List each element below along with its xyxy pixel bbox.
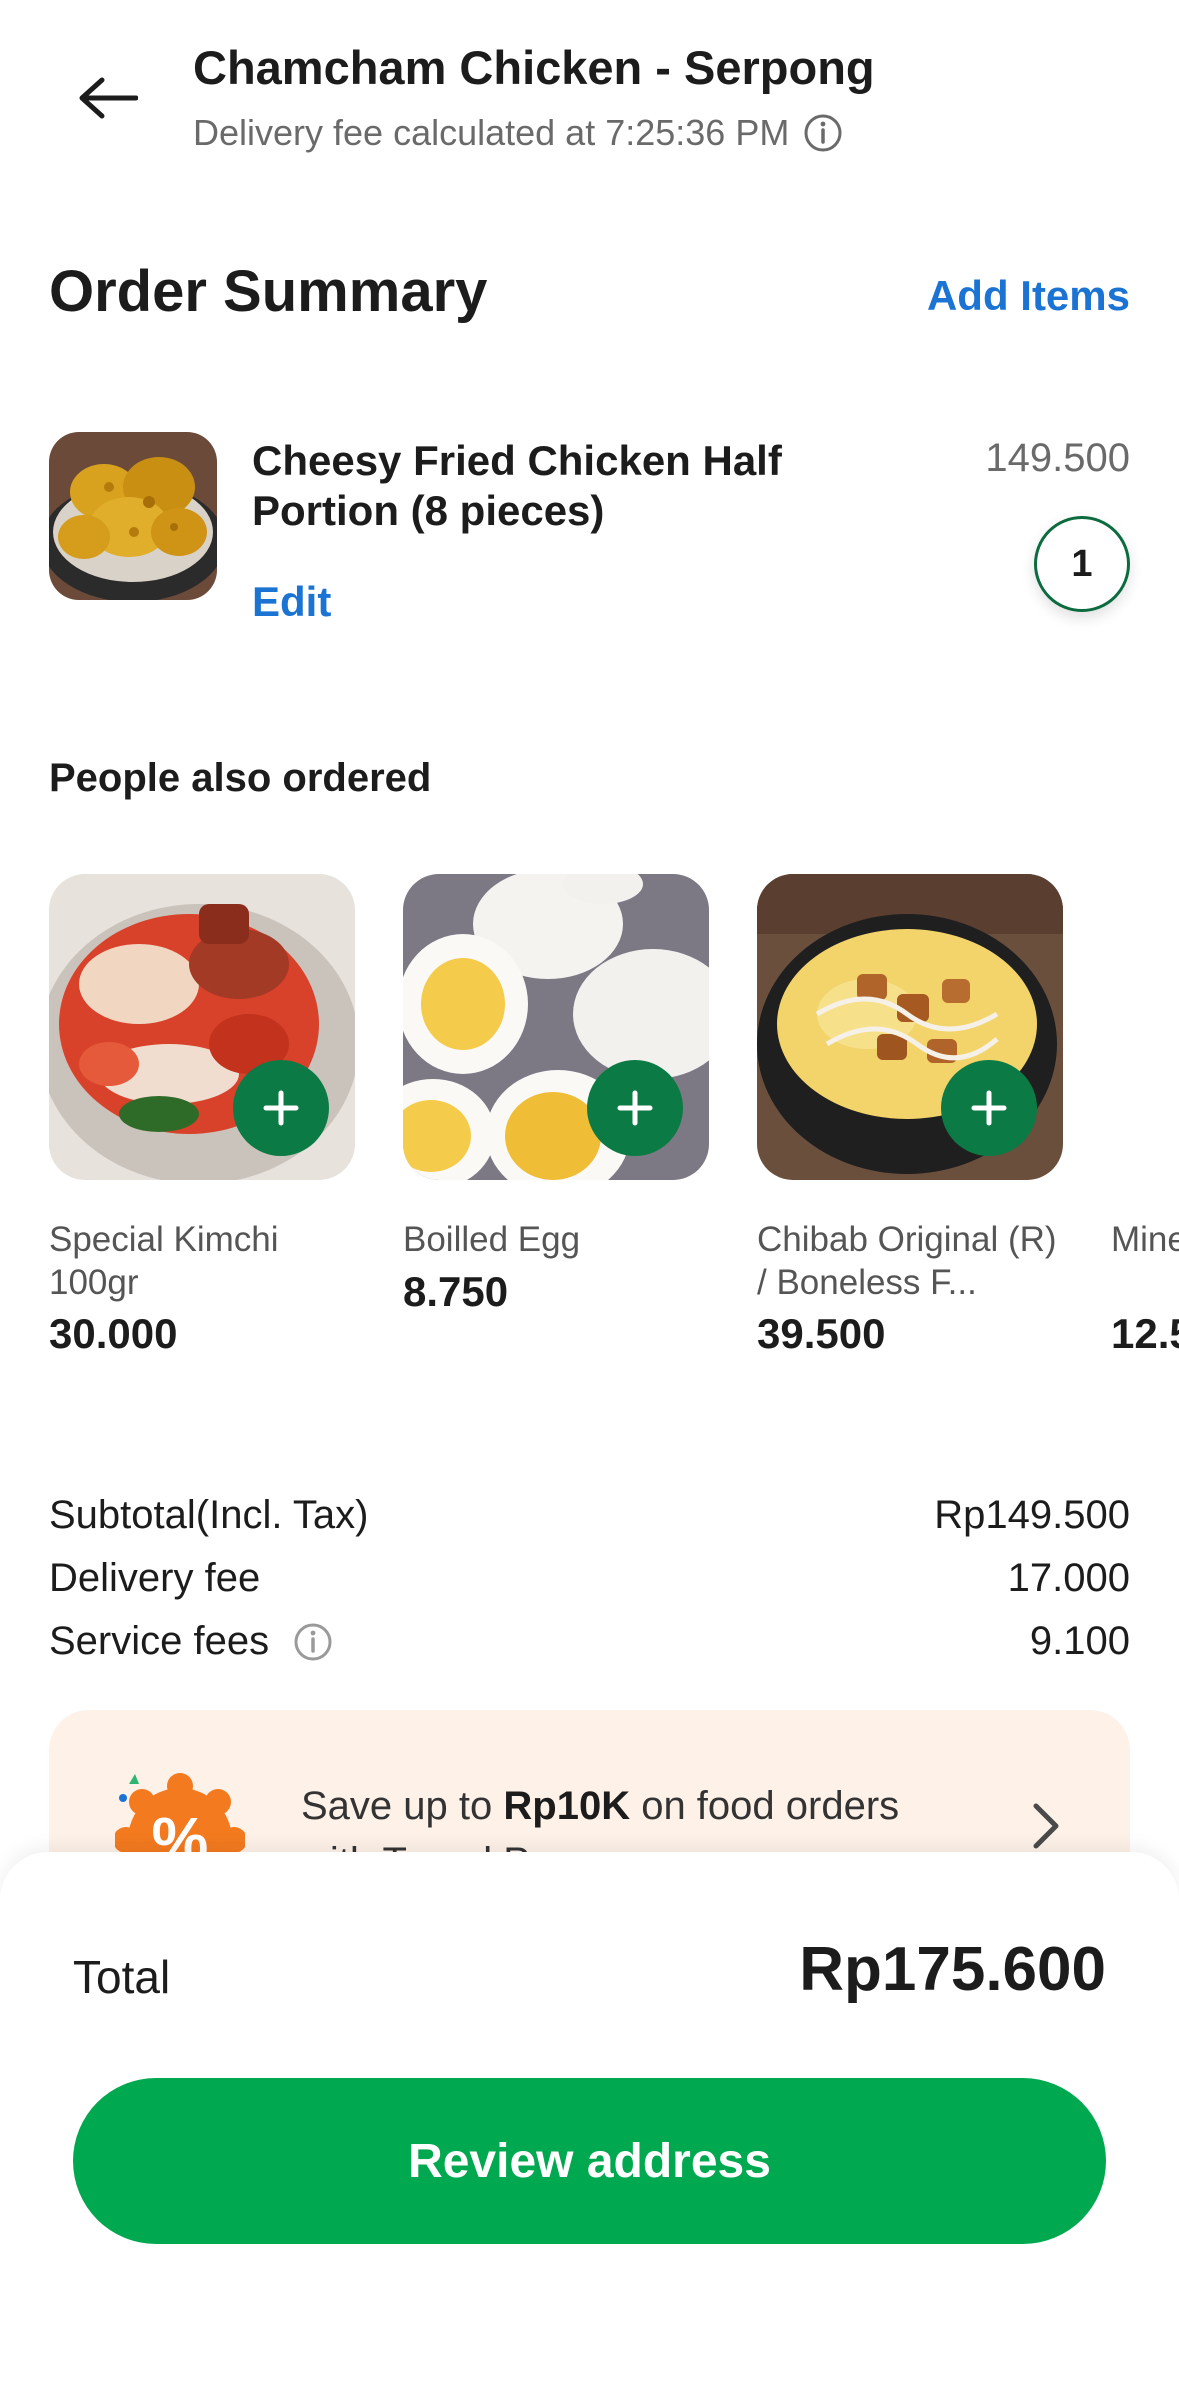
total-value: Rp175.600 [799, 1935, 1106, 2004]
suggestion-card[interactable]: Chibab Original (R) / Boneless F... 39.5… [757, 874, 1063, 1358]
suggestion-price: 39.500 [757, 1310, 886, 1357]
item-price: 149.500 [985, 436, 1130, 480]
suggestion-image [757, 874, 1063, 1180]
suggestion-card[interactable]: Boilled Egg 8.750 [403, 874, 709, 1316]
service-fee-row: Service fees 9.100 [49, 1610, 1130, 1673]
edit-item-link[interactable]: Edit [252, 578, 331, 626]
service-fee-label: Service fees [49, 1619, 270, 1663]
delivery-fee-row: Delivery fee 17.000 [49, 1547, 1130, 1610]
service-fee-label-group: Service fees [49, 1619, 333, 1664]
fee-breakdown: Subtotal(Incl. Tax) Rp149.500 Delivery f… [49, 1484, 1130, 1673]
quantity-badge[interactable]: 1 [1034, 516, 1130, 612]
checkout-sheet: Total Rp175.600 Review address [0, 1852, 1179, 2396]
promo-amount: Rp10K [503, 1784, 631, 1828]
suggestion-image [1111, 874, 1179, 1180]
add-to-cart-button[interactable] [233, 1060, 329, 1156]
chevron-right-icon [1033, 1803, 1059, 1849]
plus-icon [263, 1090, 299, 1126]
service-fee-value: 9.100 [1029, 1619, 1130, 1663]
delivery-fee-label: Delivery fee [49, 1556, 261, 1600]
suggestion-name: Mine Spar [1111, 1220, 1179, 1259]
subtotal-row: Subtotal(Incl. Tax) Rp149.500 [49, 1484, 1130, 1547]
suggestion-card[interactable]: Special Kimchi 100gr 30.000 [49, 874, 355, 1358]
add-to-cart-button[interactable] [941, 1060, 1037, 1156]
suggestion-name: Chibab Original (R) / Boneless F... [757, 1220, 1057, 1302]
order-summary-screen: Chamcham Chicken - Serpong Delivery fee … [0, 0, 1179, 2396]
delivery-fee-note: Delivery fee calculated at 7:25:36 PM [193, 112, 843, 154]
promo-text-suffix: on food orders [630, 1784, 900, 1828]
add-items-link[interactable]: Add Items [927, 272, 1130, 320]
delivery-fee-note-text: Delivery fee calculated at 7:25:36 PM [193, 112, 790, 153]
suggestion-image [403, 874, 709, 1180]
back-button[interactable] [60, 50, 156, 146]
order-item: Cheesy Fried Chicken Half Portion (8 pie… [49, 432, 1130, 632]
plus-icon [971, 1090, 1007, 1126]
add-to-cart-button[interactable] [587, 1060, 683, 1156]
suggestion-price: 8.750 [403, 1268, 509, 1315]
plus-icon [617, 1090, 653, 1126]
info-icon[interactable] [293, 1622, 333, 1662]
delivery-fee-value: 17.000 [1007, 1556, 1130, 1600]
info-icon[interactable] [803, 113, 843, 153]
suggestion-name: Special Kimchi 100gr [49, 1220, 279, 1302]
order-summary-title: Order Summary [49, 259, 488, 324]
suggestion-card[interactable]: Mine Spar 12.5 [1111, 874, 1179, 1358]
review-address-button[interactable]: Review address [73, 2078, 1106, 2244]
suggestions-carousel[interactable]: Special Kimchi 100gr 30.000 Boilled Egg … [49, 874, 1179, 1394]
item-name: Cheesy Fried Chicken Half Portion (8 pie… [252, 437, 782, 534]
restaurant-name: Chamcham Chicken - Serpong [193, 41, 875, 94]
item-image [49, 432, 217, 600]
subtotal-label: Subtotal(Incl. Tax) [49, 1493, 369, 1537]
suggestion-image [49, 874, 355, 1180]
people-also-ordered-title: People also ordered [49, 756, 432, 800]
header: Chamcham Chicken - Serpong Delivery fee … [0, 0, 1179, 190]
subtotal-value: Rp149.500 [934, 1493, 1130, 1537]
promo-text-prefix: Save up to [301, 1784, 504, 1828]
suggestion-price: 12.5 [1111, 1310, 1179, 1357]
suggestion-price: 30.000 [49, 1310, 178, 1357]
total-label: Total [73, 1951, 171, 2003]
back-arrow-icon [79, 77, 138, 119]
